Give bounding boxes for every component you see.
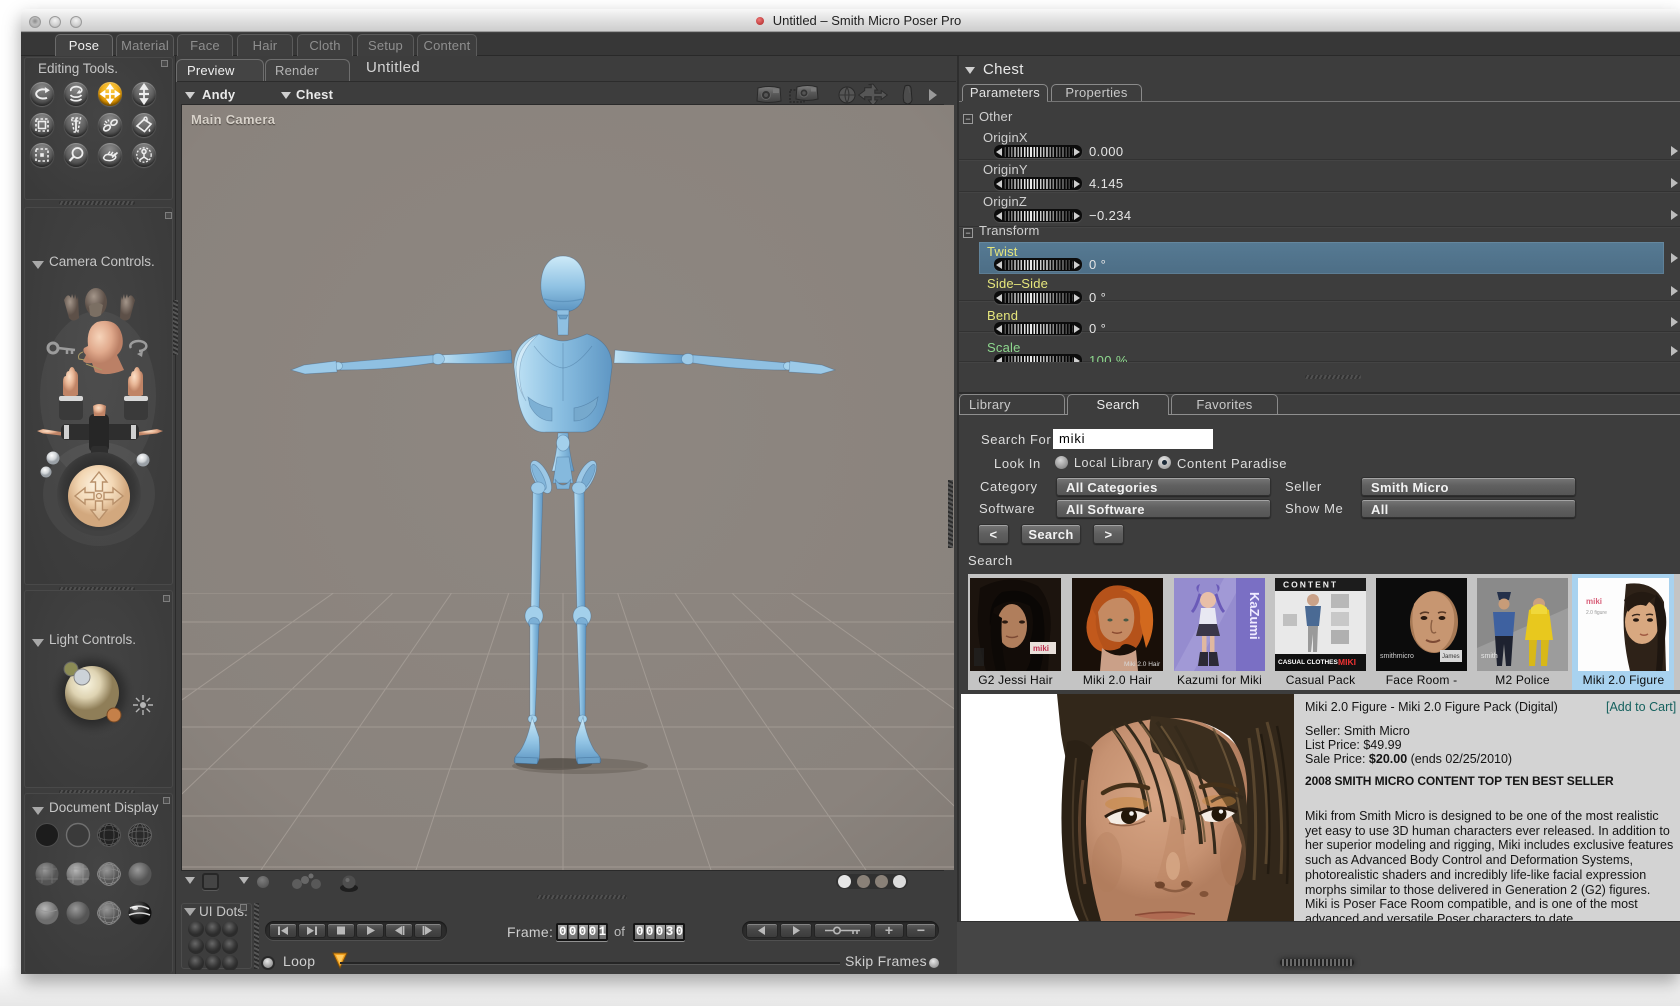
svg-text:miki: miki	[1033, 644, 1049, 653]
svg-text:miki: miki	[1586, 597, 1602, 606]
svg-text:smith: smith	[1481, 653, 1498, 660]
svg-text:James: James	[1442, 654, 1460, 660]
svg-text:MIKI: MIKI	[1338, 657, 1356, 667]
svg-text:CASUAL CLOTHES: CASUAL CLOTHES	[1278, 659, 1338, 666]
svg-text:smithmicro: smithmicro	[1380, 653, 1414, 660]
svg-text:CONTENT: CONTENT	[1283, 580, 1338, 590]
svg-text:KaZumi: KaZumi	[1247, 592, 1262, 640]
svg-text:Miki 2.0 Hair: Miki 2.0 Hair	[1124, 661, 1161, 668]
svg-text:2.0 figure: 2.0 figure	[1586, 610, 1607, 616]
